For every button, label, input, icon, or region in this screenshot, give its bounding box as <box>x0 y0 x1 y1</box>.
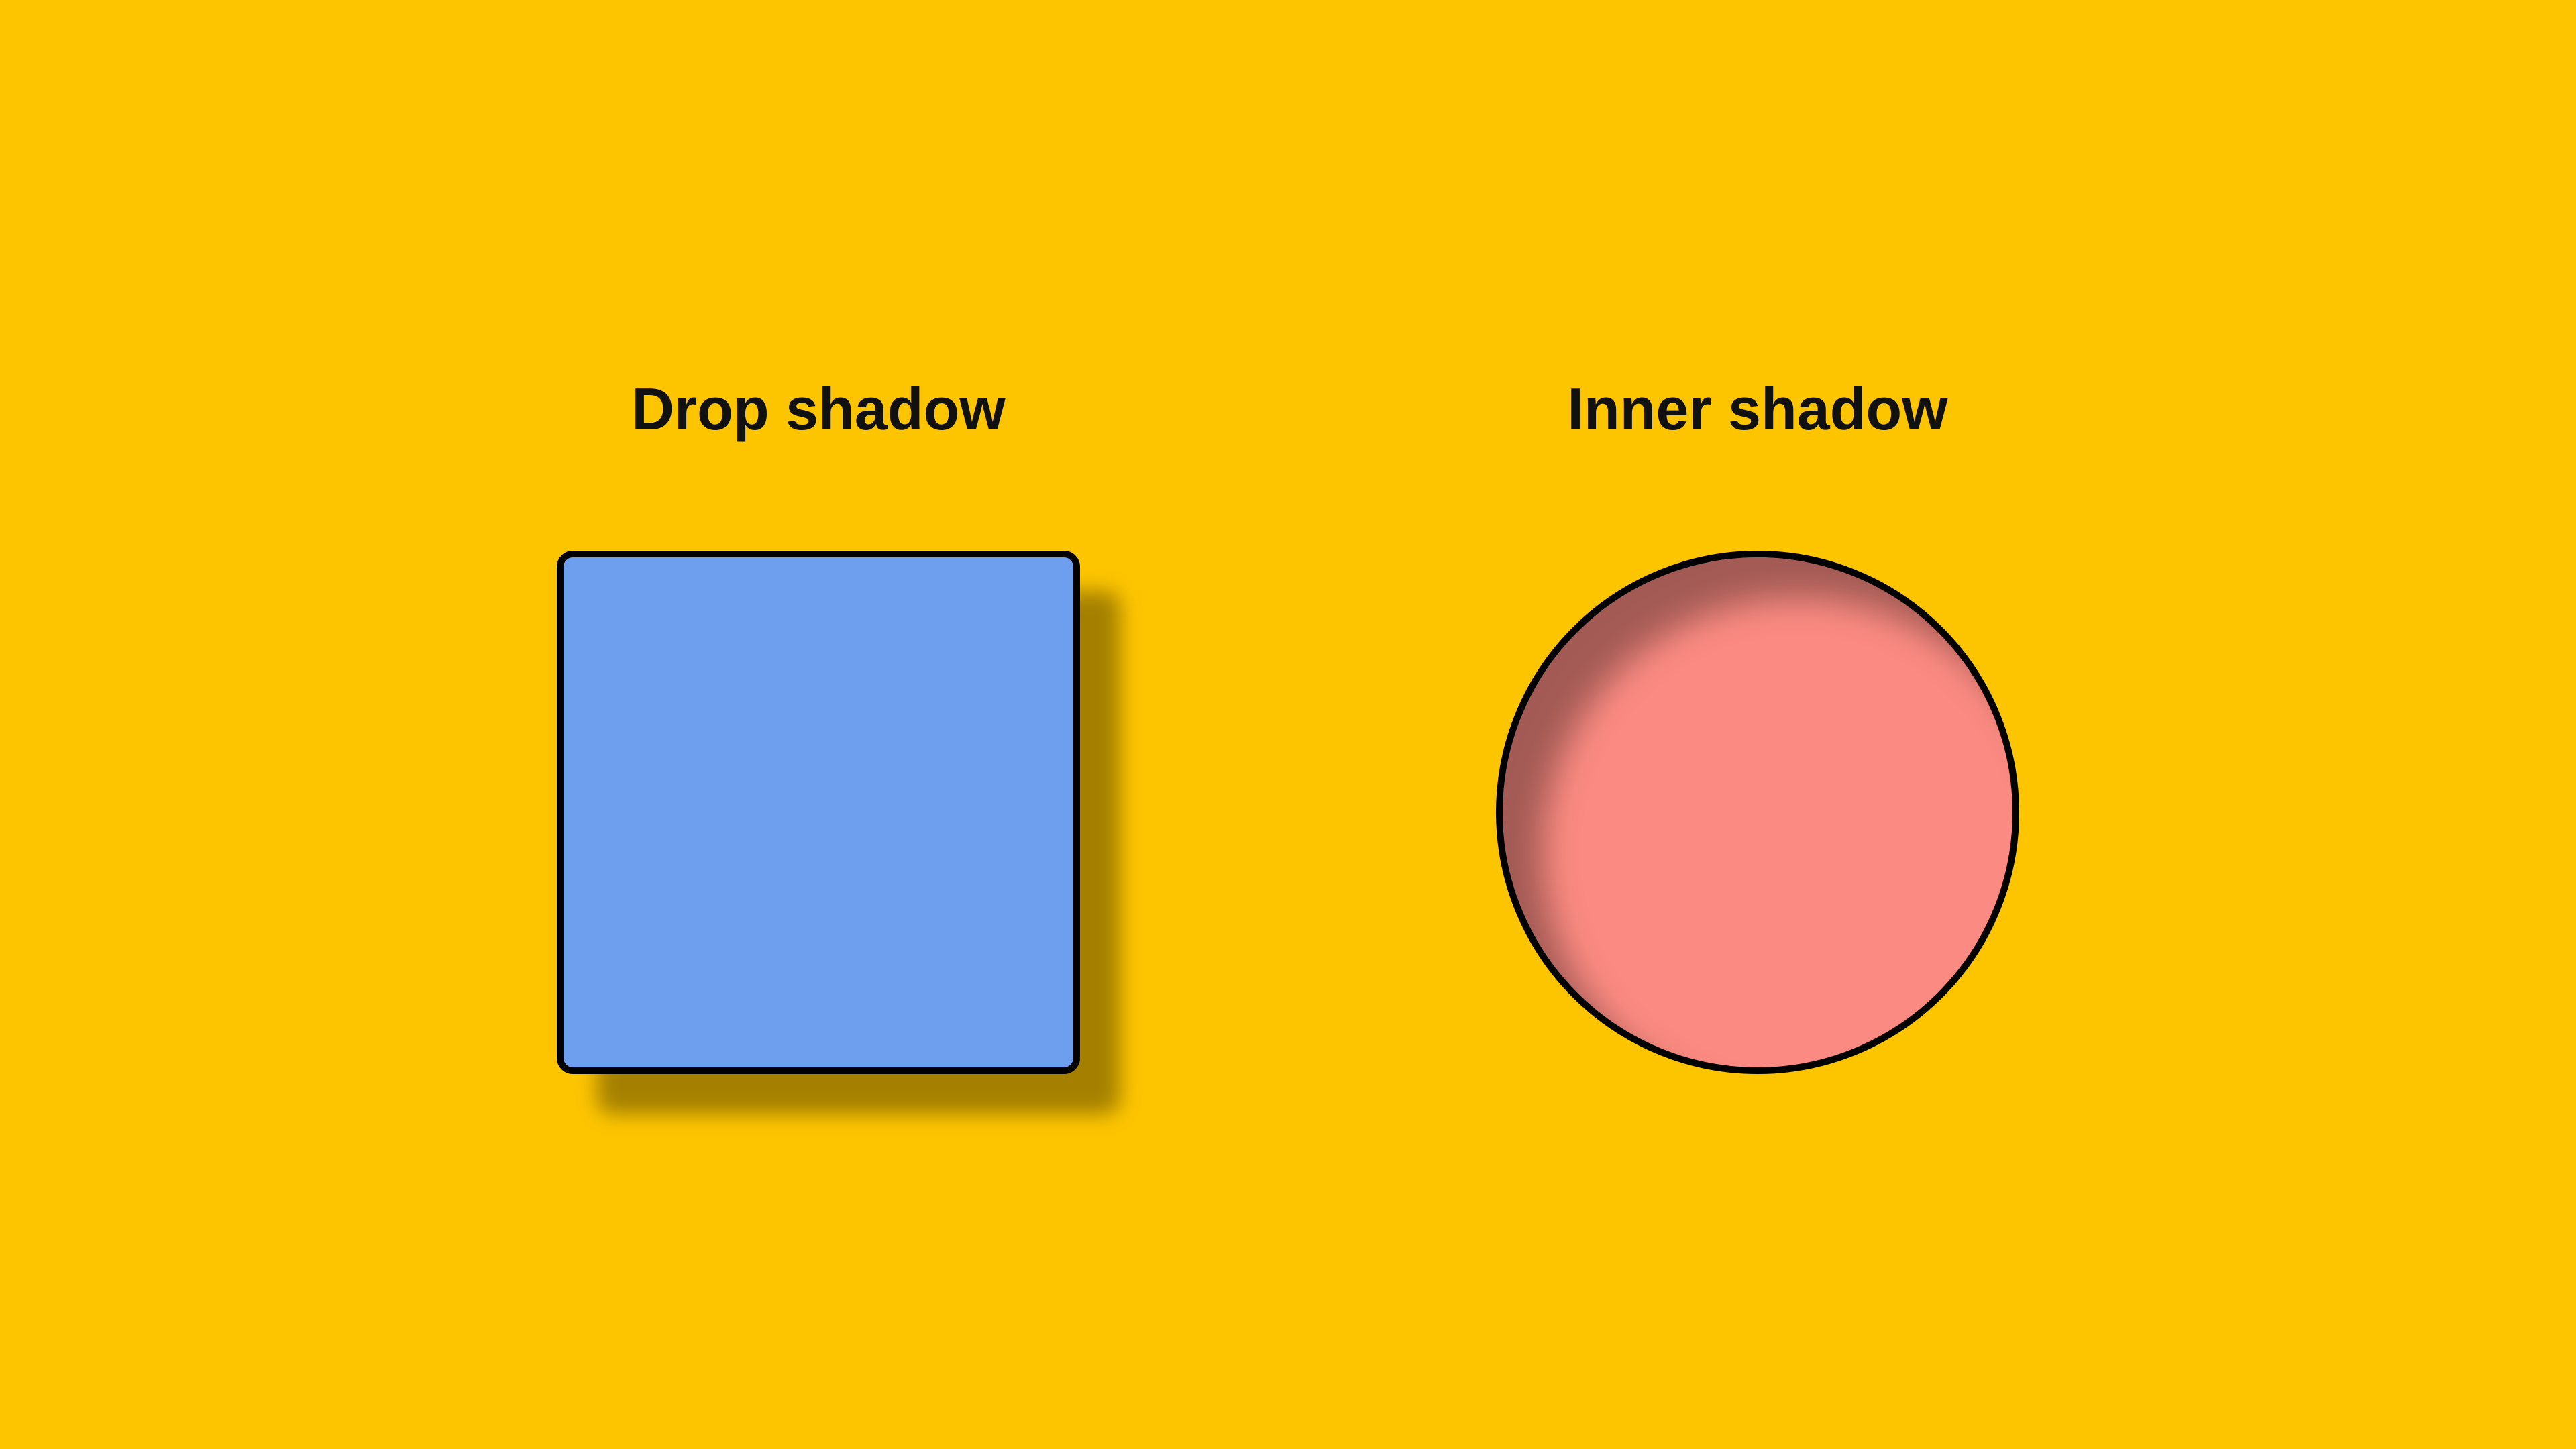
drop-shadow-example: Drop shadow <box>557 375 1080 1074</box>
circle-with-inner-shadow <box>1496 551 2019 1074</box>
inner-shadow-example: Inner shadow <box>1496 375 2019 1074</box>
drop-shadow-label: Drop shadow <box>631 375 1005 443</box>
square-with-drop-shadow <box>557 551 1080 1074</box>
inner-shadow-label: Inner shadow <box>1567 375 1947 443</box>
